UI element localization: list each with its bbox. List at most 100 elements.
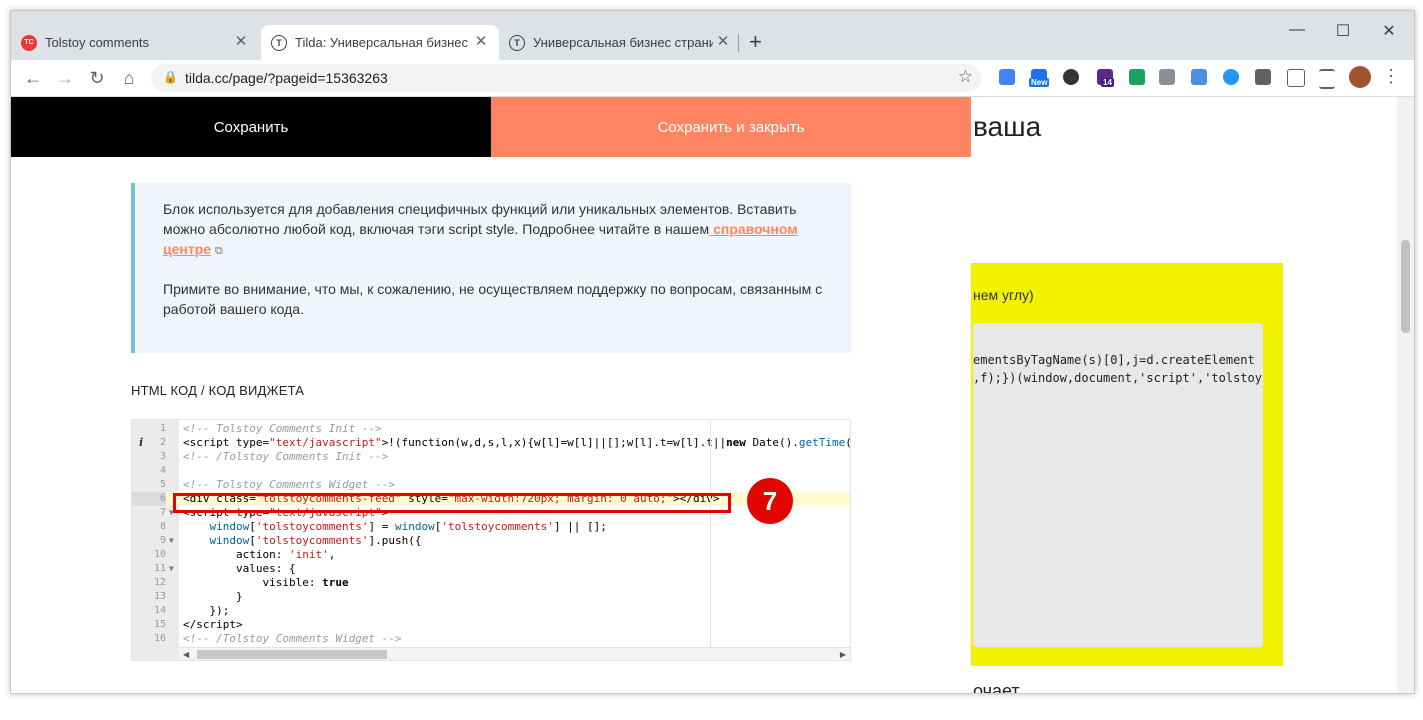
line-number: 2 bbox=[159, 437, 166, 448]
graduation-extension-icon[interactable]: 14 bbox=[1097, 69, 1114, 87]
line-number: 14 bbox=[153, 605, 166, 616]
mail-extension-icon[interactable] bbox=[1129, 69, 1145, 85]
new-extension-icon[interactable]: New bbox=[1029, 69, 1050, 87]
line-number: 7 bbox=[159, 507, 166, 518]
code-line[interactable]: 9 ▼ window['tolstoycomments'].push({ bbox=[132, 534, 850, 548]
external-link-icon: ⧉ bbox=[215, 245, 223, 257]
browser-window: TC Tolstoy comments ✕ T Tilda: Универсал… bbox=[10, 10, 1415, 694]
bookmark-star-icon[interactable]: ☆ bbox=[958, 67, 973, 87]
code-text: }); bbox=[183, 604, 230, 617]
new-badge: New bbox=[1029, 78, 1050, 87]
code-text: window['tolstoycomments'].push({ bbox=[209, 534, 422, 547]
background-bottom-text: очает bbox=[973, 681, 1020, 693]
horizontal-scroll-thumb[interactable] bbox=[197, 650, 387, 659]
code-line[interactable]: 4 bbox=[132, 464, 850, 478]
puzzle-extensions-icon[interactable] bbox=[1255, 69, 1271, 85]
line-number: 16 bbox=[153, 633, 166, 644]
reading-list-icon[interactable] bbox=[1319, 69, 1335, 89]
minimize-button[interactable]: — bbox=[1282, 21, 1312, 39]
cloud-extension-icon[interactable] bbox=[1223, 69, 1239, 85]
reload-button[interactable]: ↻ bbox=[85, 66, 109, 90]
photo-extension-icon[interactable] bbox=[1159, 69, 1175, 85]
code-text: window['tolstoycomments'] = window['tols… bbox=[209, 520, 607, 533]
code-line[interactable]: 12 visible: true bbox=[132, 576, 850, 590]
page-viewport: ваша нем углу) ementsByTagName(s)[0],j=d… bbox=[11, 97, 1414, 693]
info-annotation-icon[interactable]: i bbox=[139, 436, 143, 450]
line-number: 12 bbox=[153, 577, 166, 588]
background-yellow-text: нем углу) bbox=[973, 287, 1034, 303]
line-number: 13 bbox=[153, 591, 166, 602]
code-text: <script type="text/javascript">!(functio… bbox=[183, 436, 850, 449]
tab-strip: TC Tolstoy comments ✕ T Tilda: Универсал… bbox=[11, 11, 1414, 60]
step-number-badge: 7 bbox=[747, 478, 793, 524]
back-button[interactable]: ← bbox=[21, 66, 45, 90]
line-number: 5 bbox=[159, 479, 166, 490]
scroll-left-icon[interactable]: ◀ bbox=[183, 648, 189, 660]
fold-arrow-icon[interactable]: ▼ bbox=[169, 562, 174, 576]
background-code-line: ementsByTagName(s)[0],j=d.createElement bbox=[973, 353, 1255, 367]
code-text: visible: true bbox=[183, 576, 349, 589]
v-extension-icon[interactable] bbox=[1191, 69, 1207, 85]
code-line[interactable]: 15 </script> bbox=[132, 618, 850, 632]
new-tab-button[interactable]: + bbox=[749, 31, 762, 53]
avatar[interactable] bbox=[1349, 66, 1371, 88]
home-button[interactable]: ⌂ bbox=[117, 66, 141, 90]
browser-toolbar: ← → ↻ ⌂ 🔒 tilda.cc/page/?pageid=15363263… bbox=[11, 60, 1414, 97]
code-line[interactable]: 16 <!-- /Tolstoy Comments Widget --> bbox=[132, 632, 850, 646]
print-margin-line bbox=[710, 420, 711, 647]
save-bar: Сохранить Сохранить и закрыть bbox=[11, 97, 971, 157]
maximize-button[interactable]: ☐ bbox=[1328, 21, 1358, 41]
browser-menu-icon[interactable]: ⋮ bbox=[1382, 66, 1400, 87]
translate-extension-icon[interactable] bbox=[999, 69, 1015, 85]
code-line[interactable]: 10 action: 'init', bbox=[132, 548, 850, 562]
save-button[interactable]: Сохранить bbox=[11, 97, 491, 157]
dark-extension-icon[interactable] bbox=[1063, 69, 1079, 85]
code-section-label: HTML КОД / КОД ВИДЖЕТА bbox=[131, 383, 305, 398]
code-text: <!-- /Tolstoy Comments Widget --> bbox=[183, 632, 402, 645]
tolstoy-favicon-icon: TC bbox=[21, 34, 37, 51]
lock-icon: 🔒 bbox=[163, 70, 178, 84]
close-tab-icon[interactable]: ✕ bbox=[233, 34, 249, 50]
code-line[interactable]: 5 <!-- Tolstoy Comments Widget --> bbox=[132, 478, 850, 492]
code-line[interactable]: 13 } bbox=[132, 590, 850, 604]
address-bar[interactable]: 🔒 tilda.cc/page/?pageid=15363263 ☆ bbox=[151, 64, 981, 92]
code-line[interactable]: 1 <!-- Tolstoy Comments Init --> bbox=[132, 422, 850, 436]
tab-tolstoy-comments[interactable]: TC Tolstoy comments ✕ bbox=[21, 25, 259, 60]
background-heading: ваша bbox=[973, 111, 1042, 142]
close-window-button[interactable]: ✕ bbox=[1374, 21, 1404, 41]
line-number: 6 bbox=[132, 492, 166, 506]
line-number: 10 bbox=[153, 549, 166, 560]
page-scrollbar[interactable] bbox=[1397, 97, 1414, 693]
scroll-right-icon[interactable]: ▶ bbox=[840, 648, 846, 660]
save-and-close-button[interactable]: Сохранить и закрыть bbox=[491, 97, 971, 157]
background-code-line: ,f);})(window,document,'script','tolstoy bbox=[973, 371, 1262, 385]
close-tab-icon[interactable]: ✕ bbox=[715, 34, 731, 50]
scrollbar-thumb[interactable] bbox=[1401, 240, 1410, 333]
highlighted-code-line-annotation bbox=[173, 493, 731, 513]
close-tab-icon[interactable]: ✕ bbox=[473, 34, 489, 50]
fold-arrow-icon[interactable]: ▼ bbox=[169, 534, 174, 548]
block-editor-panel: Сохранить Сохранить и закрыть Блок испол… bbox=[11, 97, 971, 693]
tab-business-page[interactable]: T Универсальная бизнес страниц ✕ bbox=[503, 25, 741, 60]
code-line[interactable]: 11 ▼ values: { bbox=[132, 562, 850, 576]
editor-horizontal-scrollbar[interactable]: ◀ ▶ bbox=[179, 647, 850, 660]
cast-icon[interactable] bbox=[1287, 69, 1305, 87]
forward-button[interactable]: → bbox=[53, 66, 77, 90]
tab-title: Tolstoy comments bbox=[45, 35, 150, 50]
code-line[interactable]: 2 i <script type="text/javascript">!(funct… bbox=[132, 436, 850, 450]
line-number: 15 bbox=[153, 619, 166, 630]
code-text: <!-- Tolstoy Comments Init --> bbox=[183, 422, 382, 435]
info-paragraph-2: Примите во внимание, что мы, к сожалению… bbox=[163, 281, 823, 317]
code-line[interactable]: 8 window['tolstoycomments'] = window['to… bbox=[132, 520, 850, 534]
code-text: </script> bbox=[183, 618, 243, 631]
code-text: <!-- /Tolstoy Comments Init --> bbox=[183, 450, 389, 463]
tab-title: Универсальная бизнес страниц bbox=[533, 35, 713, 50]
code-text: } bbox=[183, 590, 243, 603]
code-line[interactable]: 3 <!-- /Tolstoy Comments Init --> bbox=[132, 450, 850, 464]
count-badge: 14 bbox=[1101, 78, 1114, 87]
code-line[interactable]: 14 }); bbox=[132, 604, 850, 618]
code-editor[interactable]: 1 <!-- Tolstoy Comments Init --> 2 i <script… bbox=[131, 419, 851, 661]
tab-tilda-editor[interactable]: T Tilda: Универсальная бизнес стр ✕ bbox=[261, 25, 499, 60]
info-paragraph-1: Блок используется для добавления специфи… bbox=[163, 201, 798, 257]
code-text: action: 'init', bbox=[183, 548, 336, 561]
